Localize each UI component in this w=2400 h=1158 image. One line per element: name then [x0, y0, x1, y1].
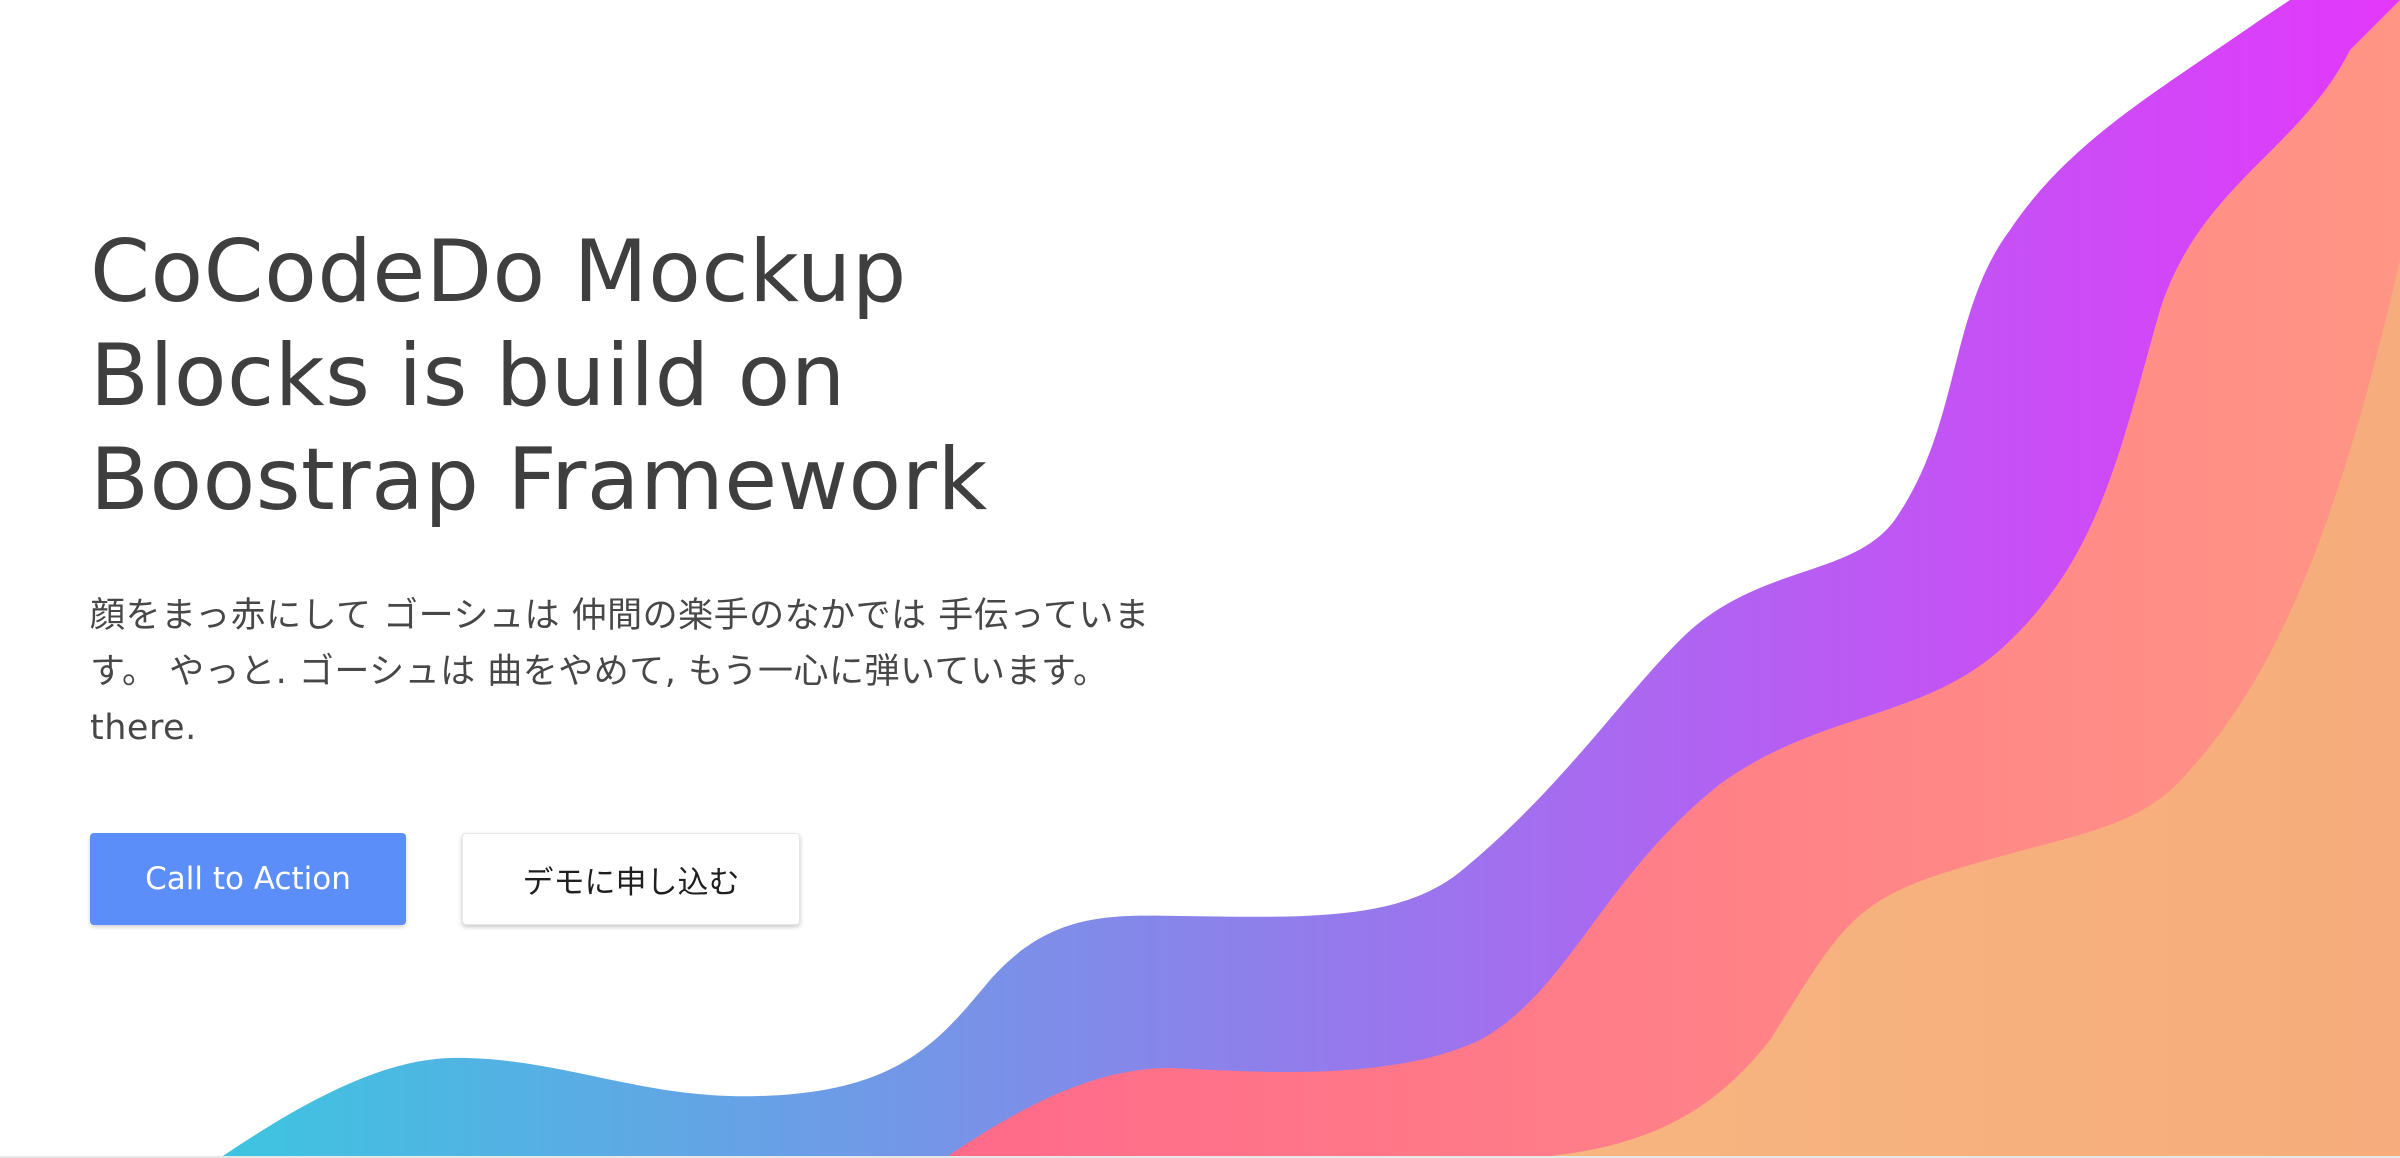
demo-request-button[interactable]: デモに申し込む: [462, 833, 800, 925]
hero-button-group: Call to Action デモに申し込む: [90, 833, 800, 925]
call-to-action-button[interactable]: Call to Action: [90, 833, 406, 925]
hero-section: CoCodeDo Mockup Blocks is build on Boost…: [0, 0, 2400, 1158]
hero-headline: CoCodeDo Mockup Blocks is build on Boost…: [90, 222, 988, 530]
hero-subtext: 顔をまっ赤にして ゴーシュは 仲間の楽手のなかでは 手伝っています。 やっと. …: [90, 596, 1150, 748]
hero-content: CoCodeDo Mockup Blocks is build on Boost…: [90, 220, 1210, 756]
